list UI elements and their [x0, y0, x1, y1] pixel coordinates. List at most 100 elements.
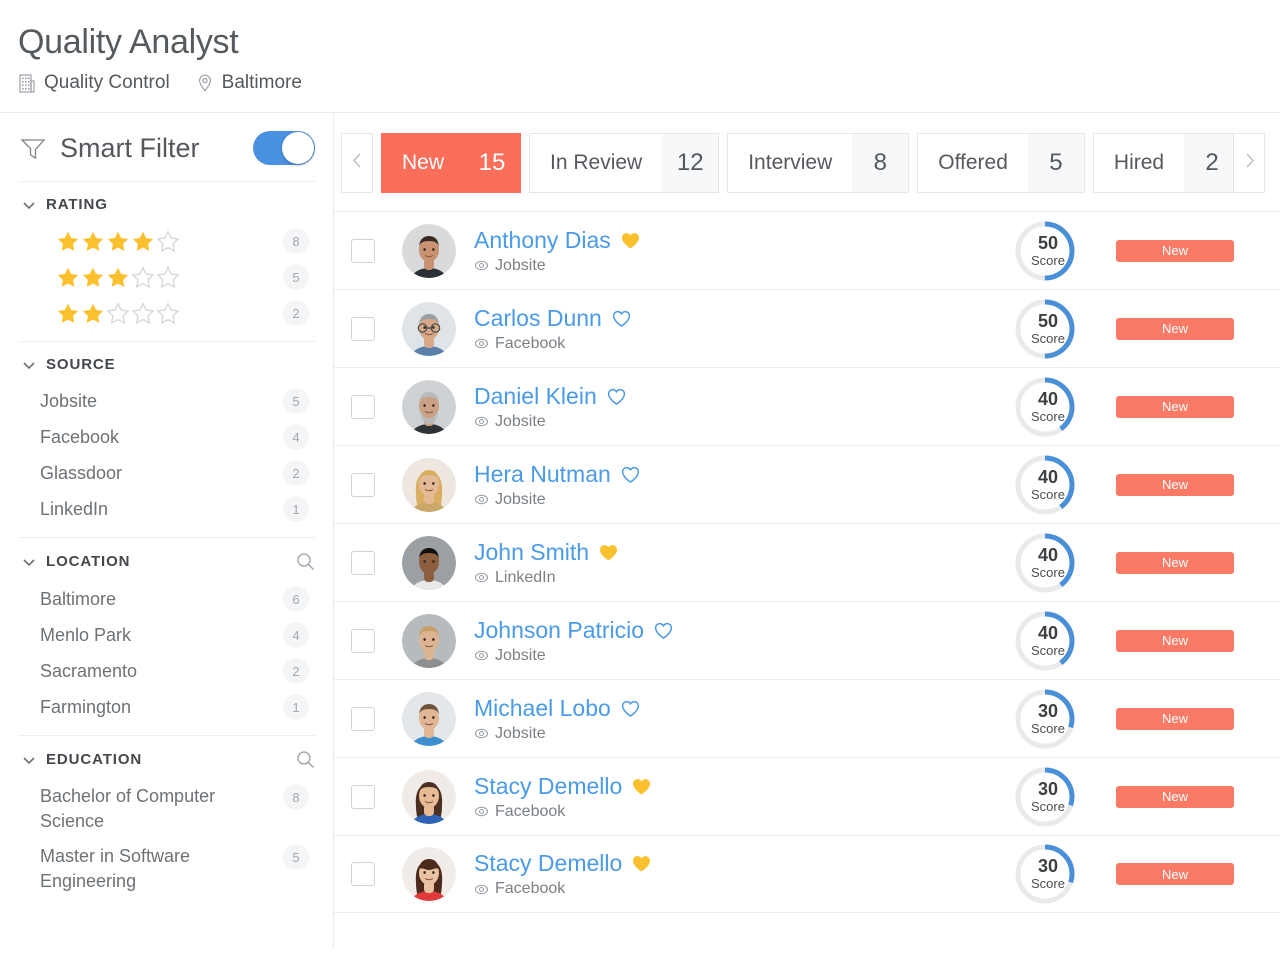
row-checkbox[interactable]	[351, 473, 375, 497]
rating-filter-3[interactable]: 5	[18, 259, 315, 295]
tabs-prev-button[interactable]	[341, 133, 373, 193]
search-icon[interactable]	[296, 750, 315, 769]
source-filter-linkedin[interactable]: LinkedIn 1	[18, 491, 315, 527]
table-row[interactable]: Stacy Demello Facebook 30 Score New	[334, 835, 1280, 913]
candidate-name[interactable]: Anthony Dias	[474, 227, 611, 254]
score-value: 50	[1038, 312, 1058, 331]
education-filter-master[interactable]: Master in Software Engineering 5	[18, 839, 315, 899]
candidate-name[interactable]: Stacy Demello	[474, 773, 622, 800]
candidate-name-row: Stacy Demello	[474, 773, 1011, 800]
candidate-name[interactable]: Hera Nutman	[474, 461, 611, 488]
facet-location-header[interactable]: LOCATION	[18, 552, 315, 571]
candidate-source: Facebook	[474, 335, 1011, 353]
location-filter-sacramento[interactable]: Sacramento 2	[18, 653, 315, 689]
page-title: Quality Analyst	[18, 22, 1280, 62]
status-badge[interactable]: New	[1116, 474, 1234, 496]
location-filter-farmington[interactable]: Farmington 1	[18, 689, 315, 725]
star-icon	[56, 230, 80, 253]
tab-hired[interactable]: Hired 2	[1093, 133, 1233, 193]
candidate-name[interactable]: Stacy Demello	[474, 850, 622, 877]
candidate-source: Jobsite	[474, 725, 1011, 743]
facet-location: LOCATION Baltimore 6 Menlo Park 4 Sacram…	[18, 537, 315, 735]
heart-filled-icon[interactable]	[631, 853, 652, 874]
status-cell: New	[1085, 786, 1265, 808]
status-badge[interactable]: New	[1116, 318, 1234, 340]
tabs-next-button[interactable]	[1233, 133, 1265, 193]
table-row[interactable]: Anthony Dias Jobsite 50 Score New	[334, 211, 1280, 289]
candidate-name[interactable]: John Smith	[474, 539, 589, 566]
location-filter-menlo-park[interactable]: Menlo Park 4	[18, 617, 315, 653]
status-badge[interactable]: New	[1116, 396, 1234, 418]
table-row[interactable]: Johnson Patricio Jobsite 40 Score New	[334, 601, 1280, 679]
facet-rating-header[interactable]: RATING	[18, 196, 315, 213]
facet-count: 4	[283, 622, 309, 648]
row-checkbox[interactable]	[351, 707, 375, 731]
row-checkbox[interactable]	[351, 862, 375, 886]
table-row[interactable]: John Smith LinkedIn 40 Score New	[334, 523, 1280, 601]
table-row[interactable]: Michael Lobo Jobsite 30 Score New	[334, 679, 1280, 757]
rating-filter-2[interactable]: 2	[18, 295, 315, 331]
row-checkbox[interactable]	[351, 317, 375, 341]
source-icon	[474, 570, 489, 585]
heart-filled-icon[interactable]	[620, 230, 641, 251]
star-icon	[81, 302, 105, 325]
tab-new[interactable]: New 15	[381, 133, 521, 193]
table-row[interactable]: Stacy Demello Facebook 30 Score New	[334, 757, 1280, 835]
table-row[interactable]: Hera Nutman Jobsite 40 Score New	[334, 445, 1280, 523]
tab-offered[interactable]: Offered 5	[917, 133, 1085, 193]
tab-count: 5	[1028, 134, 1084, 192]
facet-source-header[interactable]: SOURCE	[18, 356, 315, 373]
source-filter-jobsite[interactable]: Jobsite 5	[18, 383, 315, 419]
table-row[interactable]: Carlos Dunn Facebook 50 Score New	[334, 289, 1280, 367]
tab-in-review[interactable]: In Review 12	[529, 133, 719, 193]
facet-title: LOCATION	[46, 553, 286, 570]
heart-outline-icon[interactable]	[620, 698, 641, 719]
heart-outline-icon[interactable]	[611, 308, 632, 329]
facet-source: SOURCE Jobsite 5 Facebook 4 Glassdoor 2 …	[18, 341, 315, 537]
facet-count: 1	[283, 694, 309, 720]
heart-outline-icon[interactable]	[620, 464, 641, 485]
source-filter-glassdoor[interactable]: Glassdoor 2	[18, 455, 315, 491]
table-row[interactable]: Daniel Klein Jobsite 40 Score New	[334, 367, 1280, 445]
tab-label: In Review	[530, 134, 662, 192]
heart-filled-icon[interactable]	[631, 776, 652, 797]
row-checkbox[interactable]	[351, 395, 375, 419]
education-filter-bachelor[interactable]: Bachelor of Computer Science 8	[18, 779, 315, 839]
tab-count: 2	[1184, 134, 1233, 192]
facet-count: 8	[283, 228, 309, 254]
heart-outline-icon[interactable]	[606, 386, 627, 407]
star-icon	[81, 266, 105, 289]
facet-education-header[interactable]: EDUCATION	[18, 750, 315, 769]
search-icon[interactable]	[296, 552, 315, 571]
score-value: 40	[1038, 390, 1058, 409]
row-checkbox[interactable]	[351, 239, 375, 263]
status-badge[interactable]: New	[1116, 552, 1234, 574]
status-badge[interactable]: New	[1116, 630, 1234, 652]
status-badge[interactable]: New	[1116, 786, 1234, 808]
status-badge[interactable]: New	[1116, 240, 1234, 262]
star-icon	[156, 230, 180, 253]
candidate-name-row: Anthony Dias	[474, 227, 1011, 254]
row-checkbox[interactable]	[351, 629, 375, 653]
location-filter-baltimore[interactable]: Baltimore 6	[18, 581, 315, 617]
candidate-name[interactable]: Daniel Klein	[474, 383, 597, 410]
facet-label: Menlo Park	[40, 623, 273, 648]
status-badge[interactable]: New	[1116, 863, 1234, 885]
tab-interview[interactable]: Interview 8	[727, 133, 909, 193]
heart-filled-icon[interactable]	[598, 542, 619, 563]
status-cell: New	[1085, 708, 1265, 730]
rating-filter-4[interactable]: 8	[18, 223, 315, 259]
facet-title: EDUCATION	[46, 751, 286, 768]
row-checkbox[interactable]	[351, 551, 375, 575]
status-badge[interactable]: New	[1116, 708, 1234, 730]
row-checkbox[interactable]	[351, 785, 375, 809]
candidate-name[interactable]: Carlos Dunn	[474, 305, 602, 332]
chevron-down-icon	[22, 198, 36, 212]
source-filter-facebook[interactable]: Facebook 4	[18, 419, 315, 455]
facet-count: 2	[283, 460, 309, 486]
candidate-name[interactable]: Johnson Patricio	[474, 617, 644, 644]
candidate-name[interactable]: Michael Lobo	[474, 695, 611, 722]
smart-filter-toggle[interactable]	[253, 131, 315, 165]
heart-outline-icon[interactable]	[653, 620, 674, 641]
candidate-name-row: Johnson Patricio	[474, 617, 1011, 644]
